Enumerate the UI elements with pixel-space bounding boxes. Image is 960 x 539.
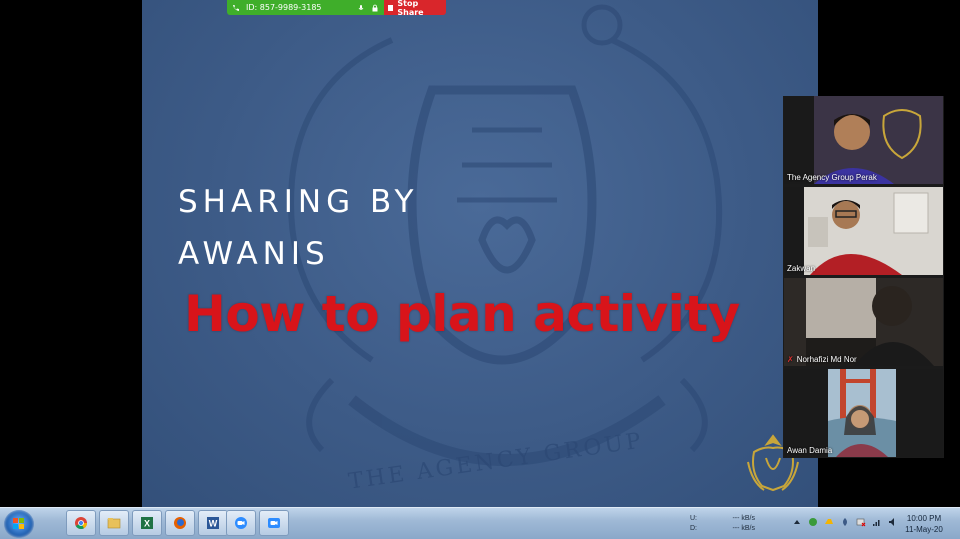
system-tray <box>792 517 898 527</box>
screen-share-view: THE AGENCY GROUP SHARING BY AWANIS How t… <box>0 0 960 507</box>
zoom-meeting-icon <box>268 518 280 528</box>
participant-video <box>784 187 943 275</box>
stop-share-label: Stop Share <box>397 0 424 17</box>
system-clock[interactable]: 10:00 PM 11-May-20 <box>896 513 952 535</box>
clock-date: 11-May-20 <box>905 525 943 534</box>
upload-value: --- kB/s <box>732 515 755 522</box>
dropbox-icon[interactable] <box>840 517 850 527</box>
shared-slide: THE AGENCY GROUP SHARING BY AWANIS How t… <box>142 0 818 507</box>
clock-time: 10:00 PM <box>906 514 942 523</box>
meeting-id: ID: 857-9989-3185 <box>246 3 322 12</box>
slide-title-line-1: SHARING BY <box>178 184 419 220</box>
download-label: D: <box>690 525 697 532</box>
participant-tile[interactable]: The Agency Group Perak <box>784 96 943 184</box>
participant-tile-active-speaker[interactable]: Awan Damia <box>784 369 943 457</box>
microphone-icon[interactable] <box>357 4 365 12</box>
watermark-text: THE AGENCY GROUP <box>347 428 645 494</box>
slide-subtitle: How to plan activity <box>184 285 740 343</box>
svg-text:X: X <box>144 519 150 529</box>
stop-share-button[interactable]: Stop Share <box>384 0 446 17</box>
stop-icon <box>388 4 394 11</box>
participant-video <box>784 96 943 184</box>
download-value: --- kB/s <box>732 525 755 532</box>
start-button[interactable] <box>4 510 34 538</box>
muted-microphone-icon: ✗ <box>787 355 794 364</box>
windows-logo-icon <box>13 518 24 529</box>
taskbar-file-explorer[interactable] <box>99 510 129 536</box>
participant-tile[interactable]: ✗ Norhafizi Md Nor <box>784 278 943 366</box>
participant-name: Awan Damia <box>787 446 833 455</box>
network-meter: U: --- kB/s D: --- kB/s <box>690 514 755 534</box>
taskbar-zoom[interactable] <box>226 510 256 536</box>
participant-name: ✗ Norhafizi Md Nor <box>787 355 857 364</box>
taskbar-zoom-meeting[interactable] <box>259 510 289 536</box>
taskbar-firefox[interactable] <box>165 510 195 536</box>
wifi-signal-icon[interactable] <box>872 517 882 527</box>
taskbar-chrome[interactable] <box>66 510 96 536</box>
meeting-info-bar[interactable]: ID: 857-9989-3185 <box>227 0 384 15</box>
firefox-icon <box>174 517 186 529</box>
file-explorer-icon <box>107 518 121 529</box>
participant-video <box>784 278 943 366</box>
chrome-icon <box>75 517 87 530</box>
upload-label: U: <box>690 515 697 522</box>
participant-tile[interactable]: Zakwan <box>784 187 943 275</box>
lock-icon <box>372 4 378 11</box>
action-center-icon[interactable] <box>856 517 866 527</box>
windows-taskbar: X W U: --- kB/s D: --- kB/s 10:00 PM 11-… <box>0 507 960 539</box>
phone-icon <box>233 4 239 11</box>
network-sync-icon[interactable] <box>808 517 818 527</box>
slide-title-line-2: AWANIS <box>178 236 330 272</box>
participant-video-panel: The Agency Group Perak Zakwan ✗ Norhafiz… <box>783 96 944 458</box>
show-hidden-icons-icon[interactable] <box>792 517 802 527</box>
participant-video <box>784 369 943 457</box>
word-icon: W <box>207 517 219 529</box>
google-drive-icon[interactable] <box>824 517 834 527</box>
zoom-icon <box>235 517 247 529</box>
excel-icon: X <box>141 517 153 529</box>
taskbar-word[interactable]: W <box>198 510 228 536</box>
participant-name: The Agency Group Perak <box>787 173 877 182</box>
participant-name: Zakwan <box>787 264 816 273</box>
zoom-share-toolbar: ID: 857-9989-3185 Stop Share <box>227 0 446 17</box>
svg-text:W: W <box>209 519 218 529</box>
taskbar-excel[interactable]: X <box>132 510 162 536</box>
